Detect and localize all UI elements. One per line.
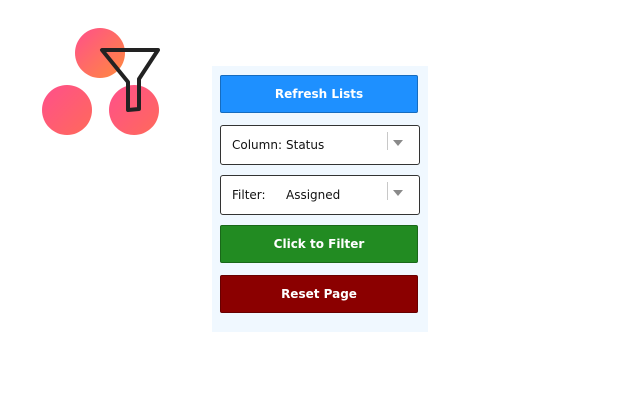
chevron-down-icon[interactable]	[393, 190, 403, 196]
filter-select-label: Filter:	[232, 188, 266, 202]
filter-select-separator	[387, 182, 388, 200]
filter-panel: Refresh Lists Column: Status Filter: Ass…	[212, 66, 428, 332]
funnel-logo-icon	[42, 28, 160, 135]
column-select-separator	[387, 132, 388, 150]
column-select-label: Column:	[232, 138, 282, 152]
column-select[interactable]: Column: Status	[220, 125, 420, 165]
column-select-value: Status	[286, 138, 325, 152]
logo-circle-left	[42, 85, 92, 135]
chevron-down-icon[interactable]	[393, 140, 403, 146]
click-to-filter-button[interactable]: Click to Filter	[220, 225, 418, 263]
refresh-lists-button[interactable]: Refresh Lists	[220, 75, 418, 113]
app-logo	[38, 24, 164, 140]
filter-select[interactable]: Filter: Assigned	[220, 175, 420, 215]
reset-page-button[interactable]: Reset Page	[220, 275, 418, 313]
filter-select-value: Assigned	[286, 188, 341, 202]
